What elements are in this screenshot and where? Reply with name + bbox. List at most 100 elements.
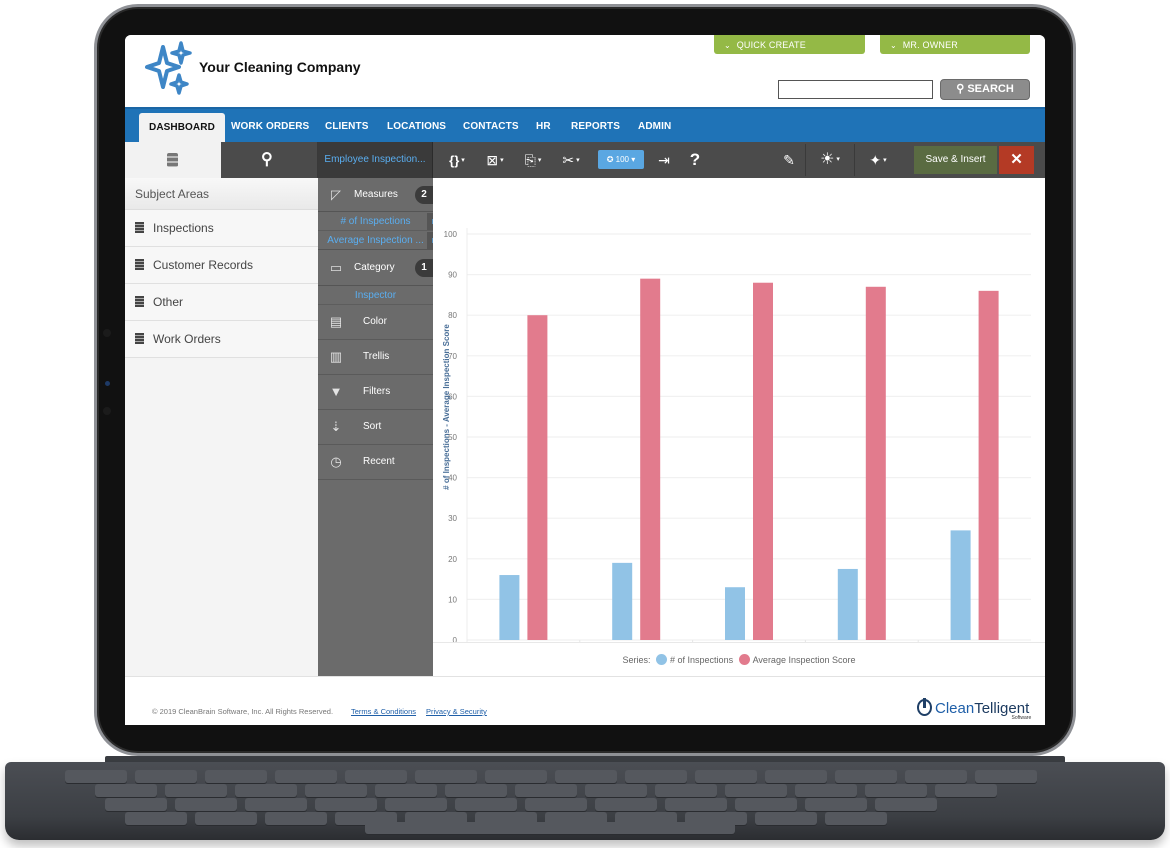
keyboard-key — [455, 798, 517, 811]
keyboard-key — [415, 770, 477, 783]
keyboard-key — [175, 798, 237, 811]
lightbulb-icon[interactable]: ☀ ▾ — [813, 142, 847, 178]
color-section[interactable]: ▤ Color — [318, 305, 433, 340]
chart-area: 0102030405060708090100# of Inspections: … — [433, 178, 1045, 676]
search-button[interactable]: ⚲ SEARCH — [940, 79, 1030, 100]
trellis-section[interactable]: ▥ Trellis — [318, 340, 433, 375]
tray-icon: ▭ — [329, 260, 343, 275]
bar[interactable]: # of Inspections: 19 — [612, 562, 633, 640]
bar[interactable]: # of Inspections: 17.5 — [837, 568, 858, 640]
bar[interactable]: # of Inspections: 16 — [499, 575, 520, 640]
subject-area-item[interactable]: Other — [125, 284, 318, 321]
bar[interactable]: Average Inspection Score: 86 — [978, 290, 999, 640]
category-section[interactable]: ▭ Category 1 — [318, 250, 433, 286]
company-name: Your Cleaning Company — [199, 59, 361, 75]
braces-icon[interactable]: {} ▾ — [443, 142, 471, 178]
device-mockup: Your Cleaning Company ⌄ QUICK CREATE ⌄ M… — [0, 0, 1170, 848]
page-footer: © 2019 CleanBrain Software, Inc. All Rig… — [125, 676, 1045, 725]
chevron-down-icon: ⌄ — [890, 41, 897, 50]
search-input[interactable] — [778, 80, 933, 99]
award-icon: ✪ — [606, 155, 614, 164]
database-icon — [135, 333, 144, 344]
user-menu-button[interactable]: ⌄ MR. OWNER — [880, 35, 1030, 54]
subject-area-item[interactable]: Customer Records — [125, 247, 318, 284]
magic-wand-icon[interactable]: ✦ ▾ — [863, 142, 893, 178]
keyboard-key — [735, 798, 797, 811]
filters-section[interactable]: ▼ Filters — [318, 375, 433, 410]
app-header: Your Cleaning Company ⌄ QUICK CREATE ⌄ M… — [125, 35, 1045, 107]
keyboard-key — [805, 798, 867, 811]
spacebar-key — [365, 822, 735, 834]
y-tick-label: 90 — [448, 271, 457, 280]
category-item[interactable]: Inspector — [318, 286, 433, 305]
close-icon: ✕ — [1010, 151, 1023, 168]
measures-count-badge: 2 — [415, 186, 433, 204]
subject-area-item[interactable]: Work Orders — [125, 321, 318, 358]
measures-section[interactable]: ◸ Measures 2 — [318, 178, 433, 212]
nav-locations[interactable]: LOCATIONS — [387, 109, 446, 144]
legend-swatch[interactable] — [656, 654, 668, 665]
sort-icon: ⇣ — [330, 419, 342, 434]
page-icon[interactable]: ⎘ ▾ — [519, 142, 547, 178]
main-nav: DASHBOARD WORK ORDERS CLIENTS LOCATIONS … — [125, 107, 1045, 145]
chart-type-icon[interactable]: ⊠ ▾ — [481, 142, 509, 178]
keyboard-key — [595, 798, 657, 811]
brush-icon[interactable]: ✎ — [778, 142, 800, 178]
nav-dashboard[interactable]: DASHBOARD — [139, 113, 225, 145]
keyboard-key — [905, 770, 967, 783]
search-fields-tab[interactable]: ⚲ — [221, 142, 318, 178]
measure-item[interactable]: # of Inspections ıl. — [318, 212, 443, 231]
save-insert-button[interactable]: Save & Insert — [914, 146, 997, 174]
keyboard-key — [655, 784, 717, 797]
subject-areas-tab[interactable] — [125, 142, 221, 178]
chevron-down-icon: ⌄ — [724, 41, 731, 50]
export-icon[interactable]: ⇥ — [653, 142, 675, 178]
nav-reports[interactable]: REPORTS — [571, 109, 620, 144]
report-title[interactable]: Employee Inspection... — [318, 142, 433, 178]
help-icon[interactable]: ? — [685, 142, 705, 178]
bar[interactable]: # of Inspections: 27 — [950, 530, 971, 640]
nav-contacts[interactable]: CONTACTS — [463, 109, 519, 144]
terms-link[interactable]: Terms & Conditions — [351, 707, 416, 716]
bar[interactable]: Average Inspection Score: 80 — [527, 315, 548, 640]
row-limit-button[interactable]: ✪ 100 ▾ — [598, 150, 644, 169]
report-toolbar: ⚲ Employee Inspection... {} ▾ ⊠ ▾ ⎘ ▾ ✂ ▾ ✪ … — [125, 142, 1045, 178]
power-logo-icon — [917, 698, 932, 716]
keyboard-key — [865, 784, 927, 797]
sort-section[interactable]: ⇣ Sort — [318, 410, 433, 445]
nav-work-orders[interactable]: WORK ORDERS — [231, 109, 309, 144]
privacy-link[interactable]: Privacy & Security — [426, 707, 487, 716]
nav-clients[interactable]: CLIENTS — [325, 109, 368, 144]
recent-section[interactable]: ◷ Recent — [318, 445, 433, 480]
bar[interactable]: Average Inspection Score: 87 — [865, 286, 886, 640]
legend-divider — [433, 642, 1045, 643]
bar[interactable]: # of Inspections: 13 — [725, 587, 745, 640]
close-button[interactable]: ✕ — [999, 146, 1034, 174]
sparkle-logo-icon — [145, 41, 192, 95]
bar[interactable]: Average Inspection Score: 88 — [753, 282, 773, 640]
nav-admin[interactable]: ADMIN — [638, 109, 671, 144]
keyboard-key — [835, 770, 897, 783]
keyboard-key — [125, 812, 187, 825]
toolbar-divider — [805, 144, 806, 176]
nav-hr[interactable]: HR — [536, 109, 551, 144]
measure-item[interactable]: Average Inspection ... ıl. — [318, 231, 443, 250]
tools-icon[interactable]: ✂ ▾ — [557, 142, 585, 178]
search-icon: ⚲ — [956, 83, 965, 95]
side-indicator — [105, 381, 110, 386]
keyboard-key — [105, 798, 167, 811]
bar[interactable]: Average Inspection Score: 89 — [640, 278, 661, 640]
subject-area-item[interactable]: Inspections — [125, 210, 318, 247]
keyboard-key — [265, 812, 327, 825]
legend-label[interactable]: Average Inspection Score — [753, 655, 856, 665]
cleantelligent-logo: CleanTelligent Software — [917, 698, 1031, 721]
keyboard-key — [975, 770, 1037, 783]
keyboard-key — [445, 784, 507, 797]
trellis-icon: ▥ — [329, 349, 343, 364]
copyright-text: © 2019 CleanBrain Software, Inc. All Rig… — [152, 707, 334, 716]
legend-swatch[interactable] — [738, 654, 750, 665]
keyboard-key — [385, 798, 447, 811]
legend-label[interactable]: # of Inspections — [670, 655, 733, 665]
keyboard-key — [695, 770, 757, 783]
quick-create-button[interactable]: ⌄ QUICK CREATE — [714, 35, 865, 54]
